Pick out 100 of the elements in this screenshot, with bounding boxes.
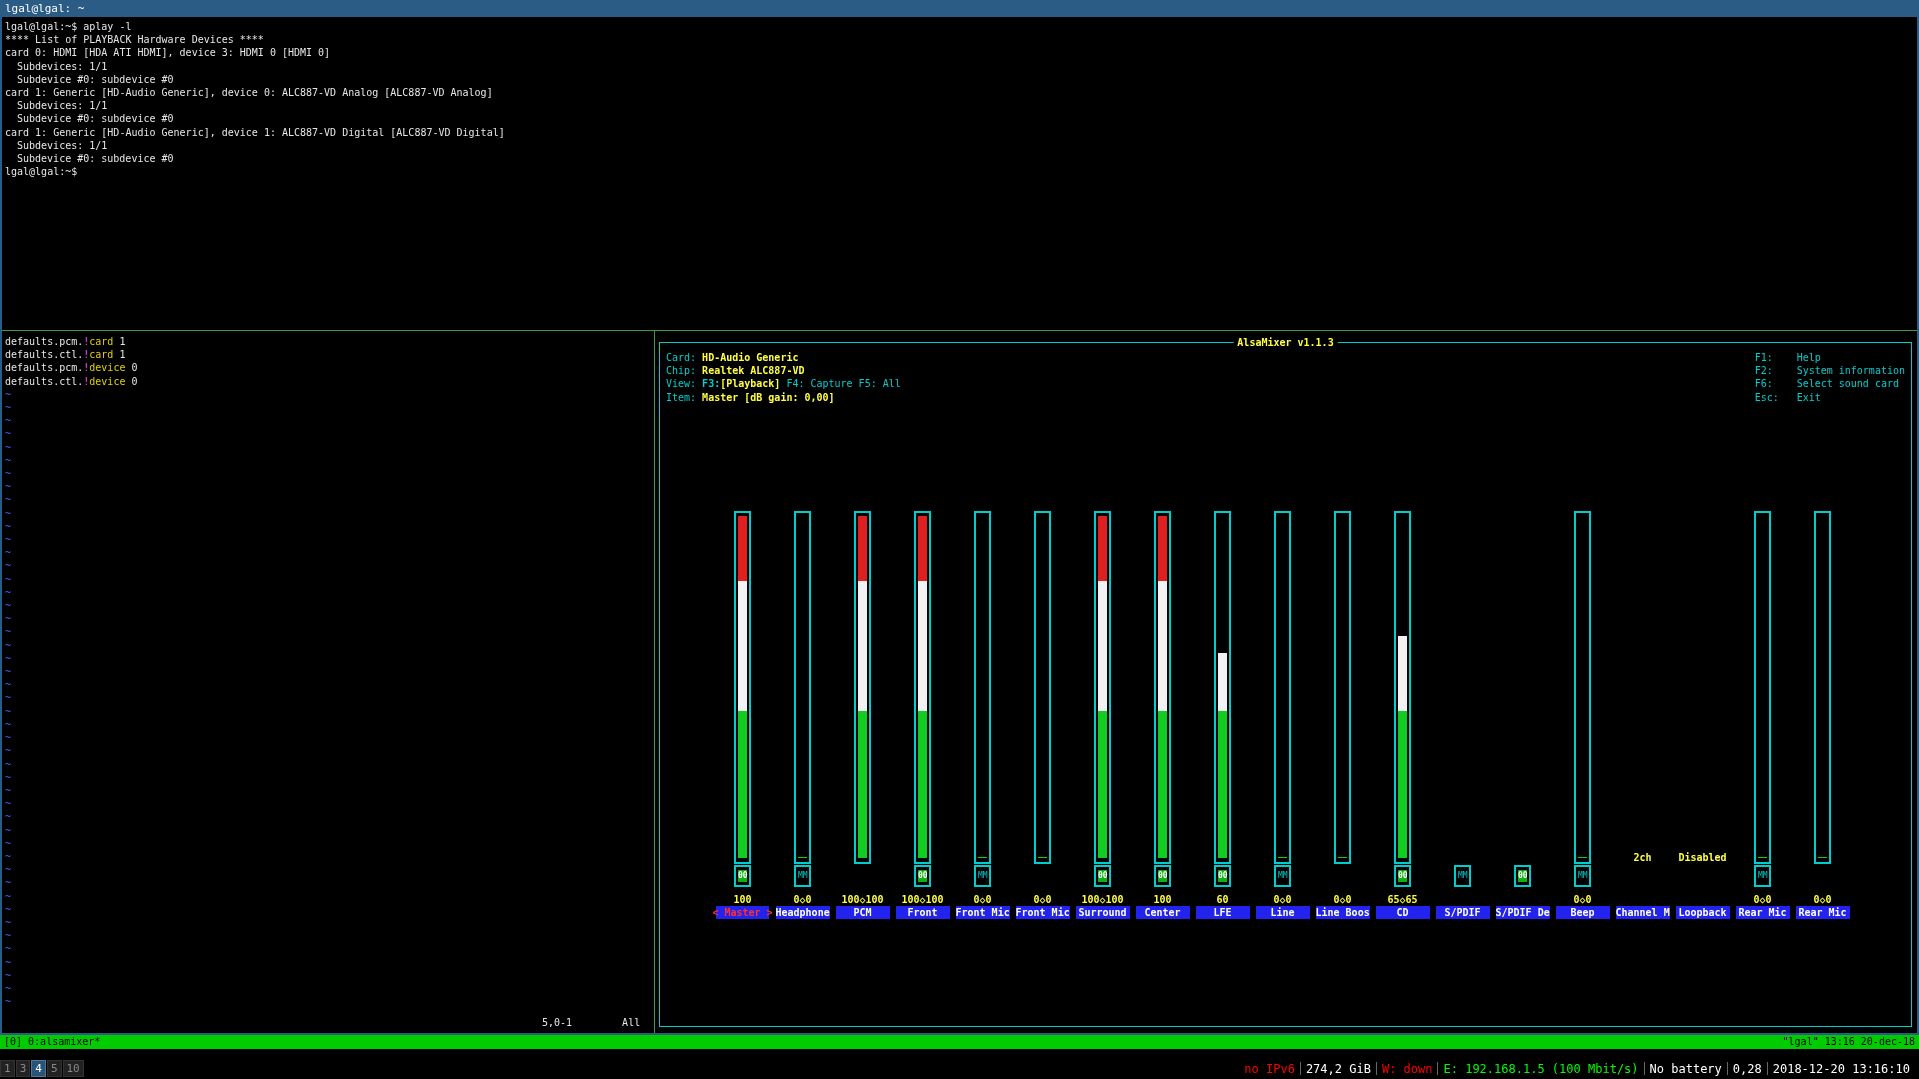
channel-label[interactable]: Line [1255,906,1310,919]
volume-slider[interactable] [974,511,991,864]
config-line: defaults.pcm.!card 1 [5,335,127,349]
view-mode-tab[interactable]: F3:[Playback] [702,377,781,391]
workspace-button[interactable]: 1 [0,1060,15,1077]
channel-label[interactable]: Front Mic [955,906,1010,919]
volume-slider[interactable] [1334,511,1351,864]
mute-toggle[interactable]: MM [1754,865,1771,887]
channel-label[interactable]: S/PDIF De [1495,906,1550,919]
volume-slider[interactable] [1094,511,1111,864]
channel-label[interactable]: Center [1135,906,1190,919]
shortcut-action: System information [1796,364,1905,378]
volume-slider[interactable] [1034,511,1051,864]
channel-label[interactable]: Rear Mic [1735,906,1790,919]
empty-line-marker: ~ [5,651,13,666]
empty-line-marker: ~ [5,493,13,507]
volume-reading: 65◇65 [1387,893,1418,906]
info-value: Master [dB gain: 0,00] [702,390,835,404]
mute-toggle[interactable]: MM [794,865,811,887]
volume-slider[interactable] [1754,511,1771,864]
config-line: defaults.pcm.!device 0 [5,361,139,375]
volume-slider[interactable] [1814,511,1831,864]
volume-slider[interactable] [854,511,871,864]
channel-label[interactable]: Loopback [1675,906,1730,919]
terminal-line: Subdevice #0: subdevice #0 [16,112,175,126]
workspace-button[interactable]: 5 [46,1060,62,1077]
enum-value: Disabled [1678,851,1727,864]
terminal-line: Subdevices: 1/1 [16,138,109,153]
channel-label[interactable]: Beep [1555,906,1610,919]
empty-line-marker: ~ [5,955,13,969]
empty-line-marker: ~ [5,863,13,877]
enum-value: 2ch [1633,851,1652,864]
channel-label[interactable]: Line Boos [1315,906,1370,919]
volume-slider[interactable] [1214,511,1231,864]
empty-line-marker: ~ [5,559,13,573]
shortcut-key: F6: [1754,377,1791,391]
volume-reading: 100◇100 [901,893,944,906]
empty-line-marker: ~ [5,414,13,428]
mute-toggle[interactable]: MM [1274,865,1291,887]
channel-label[interactable]: CD [1375,906,1430,919]
workspace-button[interactable]: 3 [15,1060,31,1077]
view-mode-tab[interactable]: F4: Capture [786,377,853,391]
terminal-line: **** List of PLAYBACK Hardware Devices **** [5,33,265,47]
shortcut-key: F1: [1754,351,1791,365]
terminal-line: card 0: HDMI [HDA ATI HDMI], device 3: HDMI 0 [HDMI 0] [5,46,332,60]
terminal-line: Subdevice #0: subdevice #0 [16,152,175,166]
empty-line-marker: ~ [5,585,13,600]
empty-line-marker: ~ [5,467,13,481]
channel-label[interactable]: LFE [1195,906,1250,919]
mute-toggle[interactable]: MM [974,865,991,887]
tmux-window[interactable]: [0] 0:alsamixer* [4,1035,101,1049]
empty-line-marker: ~ [5,770,13,784]
channel-label[interactable]: Front Mic [1015,906,1070,919]
channel-label[interactable]: Channel M [1615,906,1670,919]
selection-marker: > [766,906,773,919]
workspace-button[interactable]: 10 [62,1060,84,1077]
empty-line-marker: ~ [5,506,13,520]
volume-slider[interactable] [1574,511,1591,864]
empty-line-marker: ~ [5,546,13,560]
empty-line-marker: ~ [5,929,13,943]
status-item: 274,2 GiB [1305,1061,1371,1076]
channel-label[interactable]: S/PDIF [1435,906,1490,919]
status-item: W: down [1381,1061,1433,1076]
volume-reading: 0◇0 [1273,893,1292,906]
volume-slider[interactable] [794,511,811,864]
volume-reading: 100◇100 [1081,893,1124,906]
mute-toggle[interactable]: MM [1574,865,1591,887]
empty-line-marker: ~ [5,981,13,996]
empty-line-marker: ~ [5,744,13,758]
shortcut-action: Select sound card [1796,377,1899,391]
channel-label[interactable]: Front [895,906,950,919]
info-value: Realtek ALC887-VD [702,364,805,378]
volume-reading: 0◇0 [1813,893,1832,906]
channel-label[interactable]: PCM [835,906,890,919]
volume-slider[interactable] [914,511,931,864]
shortcut-action: Exit [1796,390,1821,404]
terminal-line: card 1: Generic [HD-Audio Generic], device 0: ALC887-VD Analog [ALC887-VD Analog] [5,86,494,100]
view-mode-tab[interactable]: F5: All [858,377,901,391]
volume-slider[interactable] [1274,511,1291,864]
volume-reading: 0◇0 [1333,893,1352,906]
volume-reading: 0◇0 [1033,893,1052,906]
volume-slider[interactable] [1154,511,1171,864]
channel-label[interactable]: Surround [1075,906,1130,919]
shortcut-key: Esc: [1754,390,1791,404]
channel-label[interactable]: Headphone [775,906,830,919]
empty-line-marker: ~ [5,823,13,837]
empty-line-marker: ~ [5,572,13,586]
status-item: E: 192.168.1.5 (100 Mbit/s) [1443,1061,1639,1076]
volume-slider[interactable] [734,511,751,864]
volume-reading: 0◇0 [1753,893,1772,906]
channel-label[interactable]: Rear Mic [1795,906,1850,919]
mute-toggle[interactable]: MM [1454,865,1471,887]
info-label: View: [666,377,697,391]
info-label: Item: [666,390,697,404]
empty-line-marker: ~ [5,440,13,454]
workspace-button[interactable]: 4 [31,1060,46,1077]
volume-slider[interactable] [1394,511,1411,864]
terminal-line: Subdevices: 1/1 [16,59,109,73]
terminal-line: Subdevices: 1/1 [16,99,109,113]
empty-line-marker: ~ [5,889,13,903]
